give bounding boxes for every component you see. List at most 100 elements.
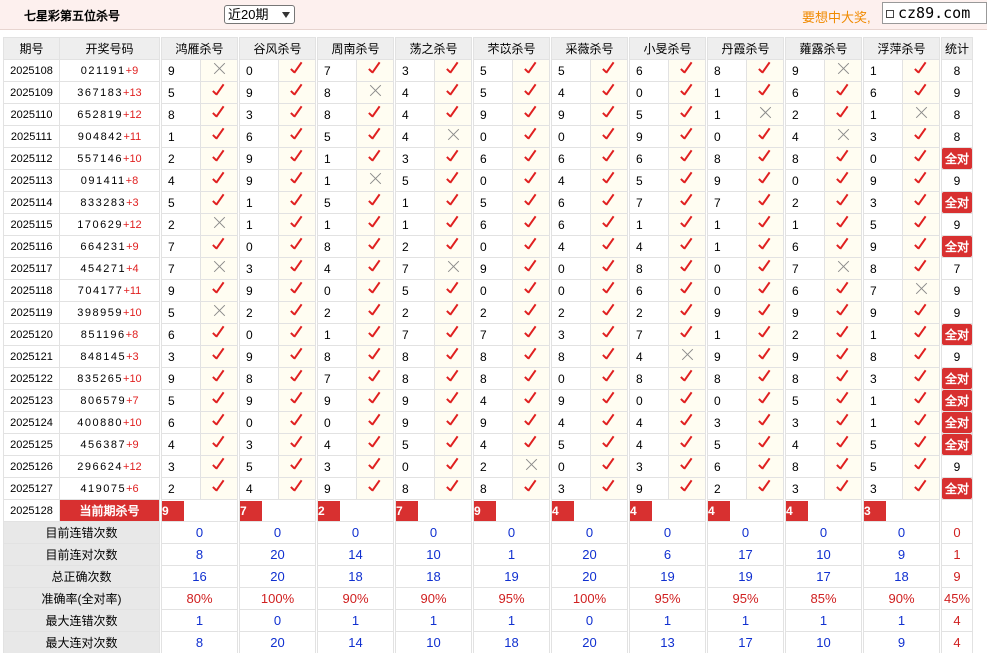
check-mark-icon — [678, 281, 696, 297]
result-mark-cell — [824, 125, 862, 148]
kill-number-cell: 9 — [473, 257, 513, 280]
kill-number-cell: 4 — [551, 235, 591, 258]
kill-number-cell: 0 — [473, 235, 513, 258]
draw-numbers-cell: 398959+10 — [59, 301, 160, 324]
result-mark-cell — [902, 81, 940, 104]
promo-text[interactable]: 要想中大奖, — [802, 7, 871, 26]
result-mark-cell — [200, 257, 238, 280]
kill-number-cell: 5 — [161, 389, 201, 412]
draw-digits: 835265 — [77, 372, 124, 385]
kill-number-cell: 4 — [551, 81, 591, 104]
draw-digits: 652819 — [77, 108, 124, 121]
kill-number-cell: 0 — [473, 279, 513, 302]
kill-number-cell: 0 — [551, 125, 591, 148]
issue-cell: 2025127 — [3, 477, 60, 500]
lock-icon — [886, 10, 894, 18]
kill-number-cell: 9 — [863, 301, 903, 324]
kill-number-cell: 6 — [785, 235, 825, 258]
result-mark-cell — [278, 257, 316, 280]
kill-number-cell: 8 — [707, 367, 747, 390]
result-mark-cell — [590, 323, 628, 346]
stats-value: 95% — [707, 587, 784, 610]
result-mark-cell — [512, 213, 550, 236]
draw-special: +12 — [123, 460, 142, 473]
stats-value: 0 — [863, 521, 940, 544]
stats-row: 目前连对次数 8 20 14 10 1 20 6 17 10 9 1 — [3, 543, 974, 566]
check-mark-icon — [912, 325, 930, 341]
kill-number-cell: 8 — [239, 367, 279, 390]
kill-number-cell: 9 — [785, 345, 825, 368]
stats-row: 总正确次数 16 20 18 18 19 20 19 19 17 18 9 — [3, 565, 974, 588]
result-mark-cell — [434, 169, 472, 192]
issue-cell: 2025126 — [3, 455, 60, 478]
table-row: 2025125 456387+9 4 3 4 5 4 5 4 5 4 5 全对 — [3, 433, 974, 456]
cross-mark-icon — [446, 128, 460, 142]
result-mark-cell — [434, 191, 472, 214]
result-mark-cell — [746, 301, 784, 324]
draw-numbers-cell: 704177+11 — [59, 279, 160, 302]
stat-value: 9 — [953, 283, 961, 298]
stat-cell: 9 — [940, 213, 974, 236]
draw-digits: 367183 — [77, 86, 124, 99]
result-mark-cell — [668, 455, 706, 478]
kill-number-cell: 7 — [707, 191, 747, 214]
result-mark-cell — [668, 433, 706, 456]
result-mark-cell — [356, 147, 394, 170]
draw-special: +3 — [126, 350, 139, 363]
check-mark-icon — [288, 237, 306, 253]
stat-cell: 8 — [940, 103, 974, 126]
check-mark-icon — [444, 281, 462, 297]
kill-number-cell: 4 — [629, 345, 669, 368]
stats-value: 95% — [473, 587, 550, 610]
check-mark-icon — [444, 303, 462, 319]
column-header-expert: 采薇杀号 — [551, 37, 628, 60]
kill-number-cell: 9 — [239, 147, 279, 170]
current-kill-cell: 7 — [395, 499, 472, 522]
kill-number-cell: 5 — [239, 455, 279, 478]
table-row: 2025110 652819+12 8 3 8 4 9 9 5 1 2 1 8 — [3, 103, 974, 126]
check-mark-icon — [912, 369, 930, 385]
kill-number-cell: 5 — [473, 191, 513, 214]
result-mark-cell — [200, 345, 238, 368]
table-header-row: 期号 开奖号码 鸿雁杀号 谷风杀号 周南杀号 荡之杀号 芣苡杀号 采薇杀号 小旻杀号 丹霞杀号… — [3, 37, 974, 60]
stat-value: 8 — [953, 129, 961, 144]
check-mark-icon — [522, 259, 540, 275]
stats-value: 10 — [785, 631, 862, 653]
table-row: 2025117 454271+4 7 3 4 7 9 0 8 0 7 8 7 — [3, 257, 974, 280]
result-mark-cell — [356, 213, 394, 236]
check-mark-icon — [444, 149, 462, 165]
check-mark-icon — [444, 413, 462, 429]
check-mark-icon — [288, 259, 306, 275]
check-mark-icon — [600, 325, 618, 341]
result-mark-cell — [902, 433, 940, 456]
period-select[interactable]: 近20期 — [224, 5, 295, 24]
check-mark-icon — [912, 259, 930, 275]
check-mark-icon — [756, 479, 774, 495]
stat-value: 9 — [953, 349, 961, 364]
check-mark-icon — [678, 303, 696, 319]
site-address[interactable]: cz89.com — [882, 2, 987, 24]
stat-cell: 9 — [940, 169, 974, 192]
result-mark-cell — [902, 103, 940, 126]
stat-cell: 9 — [940, 279, 974, 302]
result-mark-cell — [434, 455, 472, 478]
kill-number-cell: 9 — [239, 279, 279, 302]
result-mark-cell — [434, 477, 472, 500]
kill-number-cell: 4 — [473, 389, 513, 412]
result-mark-cell — [902, 257, 940, 280]
result-mark-cell — [590, 235, 628, 258]
stats-value: 8 — [161, 631, 238, 653]
draw-digits: 456387 — [80, 438, 127, 451]
result-mark-cell — [590, 103, 628, 126]
result-mark-cell — [200, 433, 238, 456]
check-mark-icon — [366, 479, 384, 495]
result-mark-cell — [902, 411, 940, 434]
check-mark-icon — [444, 171, 462, 187]
table-row: 2025123 806579+7 5 9 9 9 4 9 0 0 5 1 全对 — [3, 389, 974, 412]
kill-number-cell: 8 — [317, 235, 357, 258]
kill-number-cell: 0 — [863, 147, 903, 170]
result-mark-cell — [746, 213, 784, 236]
current-kill-cell: 4 — [707, 499, 784, 522]
kill-number-cell: 7 — [317, 367, 357, 390]
check-mark-icon — [756, 83, 774, 99]
